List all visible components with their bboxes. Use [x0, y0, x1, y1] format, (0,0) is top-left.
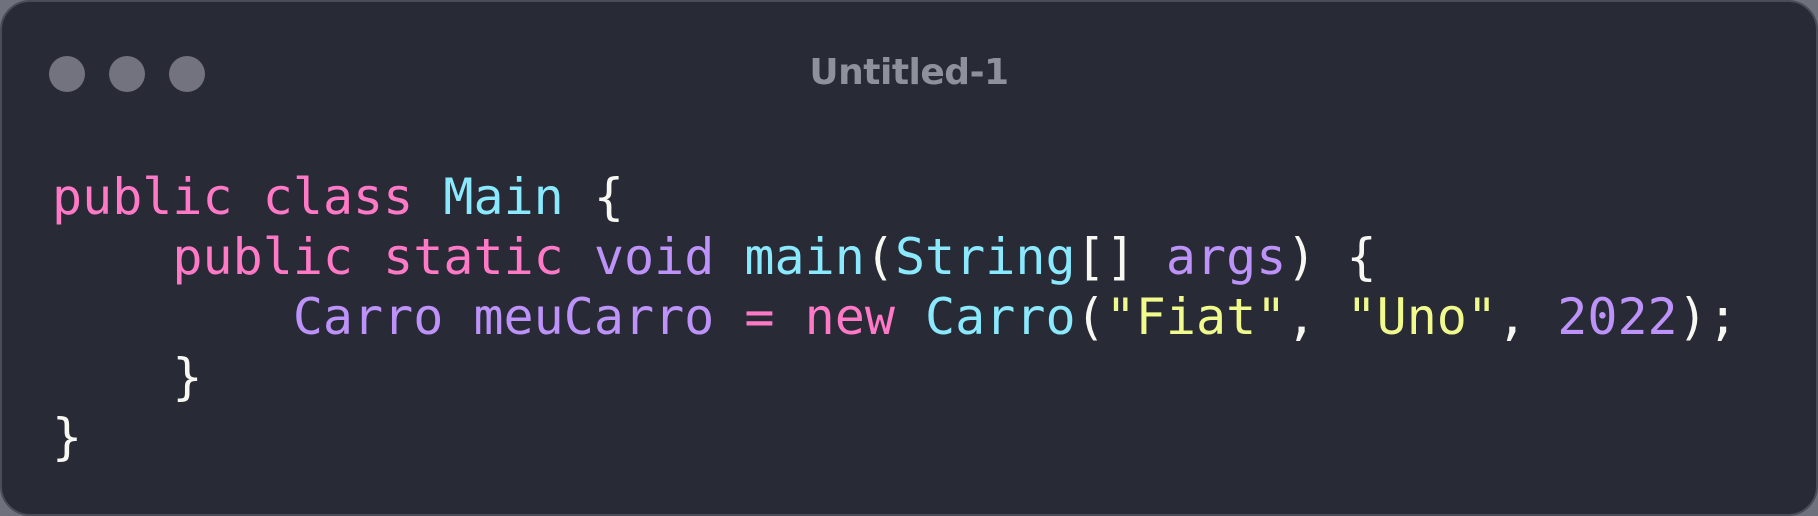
code-token: , — [1286, 288, 1347, 346]
window-titlebar: Untitled-1 — [2, 2, 1816, 152]
code-line: Carro meuCarro = new Carro("Fiat", "Uno"… — [52, 287, 1738, 347]
code-token: "Fiat" — [1105, 288, 1287, 346]
code-token: args — [1165, 228, 1287, 286]
code-editor[interactable]: public class Main { public static void m… — [52, 167, 1738, 467]
code-token: Carro — [925, 288, 1076, 346]
code-token: static — [383, 228, 564, 286]
code-token: ( — [864, 228, 895, 286]
code-token: { — [563, 168, 624, 226]
code-token: String — [894, 228, 1076, 286]
code-token: public — [172, 228, 354, 286]
code-token: } — [52, 348, 203, 406]
code-token: Main — [443, 168, 564, 226]
code-token: ) { — [1286, 228, 1377, 286]
code-line: public class Main { — [52, 167, 1738, 227]
code-token: } — [52, 408, 83, 466]
code-token: new — [804, 288, 895, 346]
code-line: } — [52, 347, 1738, 407]
code-token: , — [1497, 288, 1558, 346]
code-token: void — [593, 228, 715, 286]
code-token: Carro — [292, 288, 444, 346]
window-title: Untitled-1 — [809, 52, 1009, 93]
code-token: ( — [1075, 288, 1106, 346]
code-token: meuCarro — [473, 288, 715, 346]
code-token: public — [52, 168, 233, 226]
code-line: public static void main(String[] args) { — [52, 227, 1738, 287]
code-token: class — [262, 168, 414, 226]
code-token: [] — [1075, 228, 1166, 286]
code-token: main — [744, 228, 865, 286]
code-line: } — [52, 407, 1738, 467]
code-token: = — [744, 288, 775, 346]
code-token: ); — [1677, 288, 1738, 346]
code-token: 2022 — [1557, 288, 1678, 346]
code-token: "Uno" — [1346, 288, 1498, 346]
code-window: Untitled-1 public class Main { public st… — [0, 0, 1818, 516]
